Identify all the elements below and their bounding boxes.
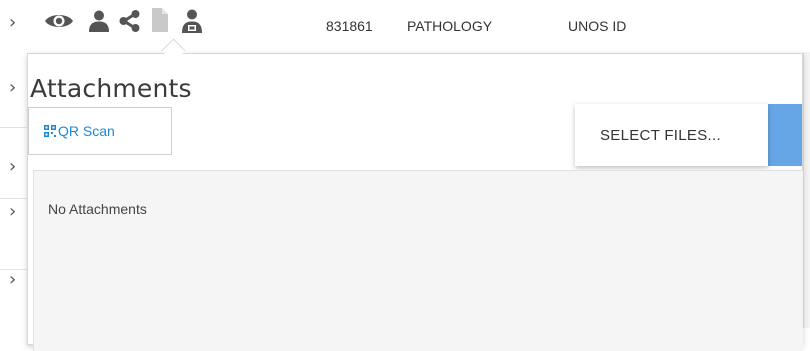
select-files-label: SELECT FILES...	[600, 127, 721, 144]
share-icon[interactable]	[119, 9, 141, 33]
attachments-popover: Attachments QR Scan SELECT FILES... No A…	[27, 53, 803, 351]
document-icon[interactable]	[151, 7, 169, 33]
qr-code-icon	[44, 125, 56, 137]
attachments-list: No Attachments	[33, 170, 803, 351]
upload-button-edge[interactable]	[768, 104, 802, 166]
expand-chevron-icon[interactable]: ›	[9, 158, 16, 176]
expand-chevron-icon[interactable]: ›	[9, 203, 16, 221]
popover-title: Attachments	[30, 74, 192, 103]
empty-attachments-message: No Attachments	[48, 201, 147, 217]
expand-chevron-icon[interactable]: ›	[9, 271, 16, 289]
select-files-button[interactable]: SELECT FILES...	[575, 104, 768, 166]
record-number: 831861	[326, 18, 373, 34]
qr-scan-label: QR Scan	[58, 123, 115, 139]
record-row: › 831861 PATHOLOGY UNOS ID	[0, 0, 810, 52]
eye-icon[interactable]	[44, 10, 74, 32]
expand-chevron-icon[interactable]: ›	[9, 14, 16, 32]
department-label: PATHOLOGY	[407, 18, 493, 34]
qr-scan-button[interactable]: QR Scan	[28, 107, 172, 155]
background-row-edge	[803, 52, 810, 328]
unos-id-label: UNOS ID	[568, 18, 627, 34]
expand-chevron-icon[interactable]: ›	[9, 79, 16, 97]
user-icon[interactable]	[88, 9, 110, 33]
user-tag-icon[interactable]	[180, 8, 204, 34]
